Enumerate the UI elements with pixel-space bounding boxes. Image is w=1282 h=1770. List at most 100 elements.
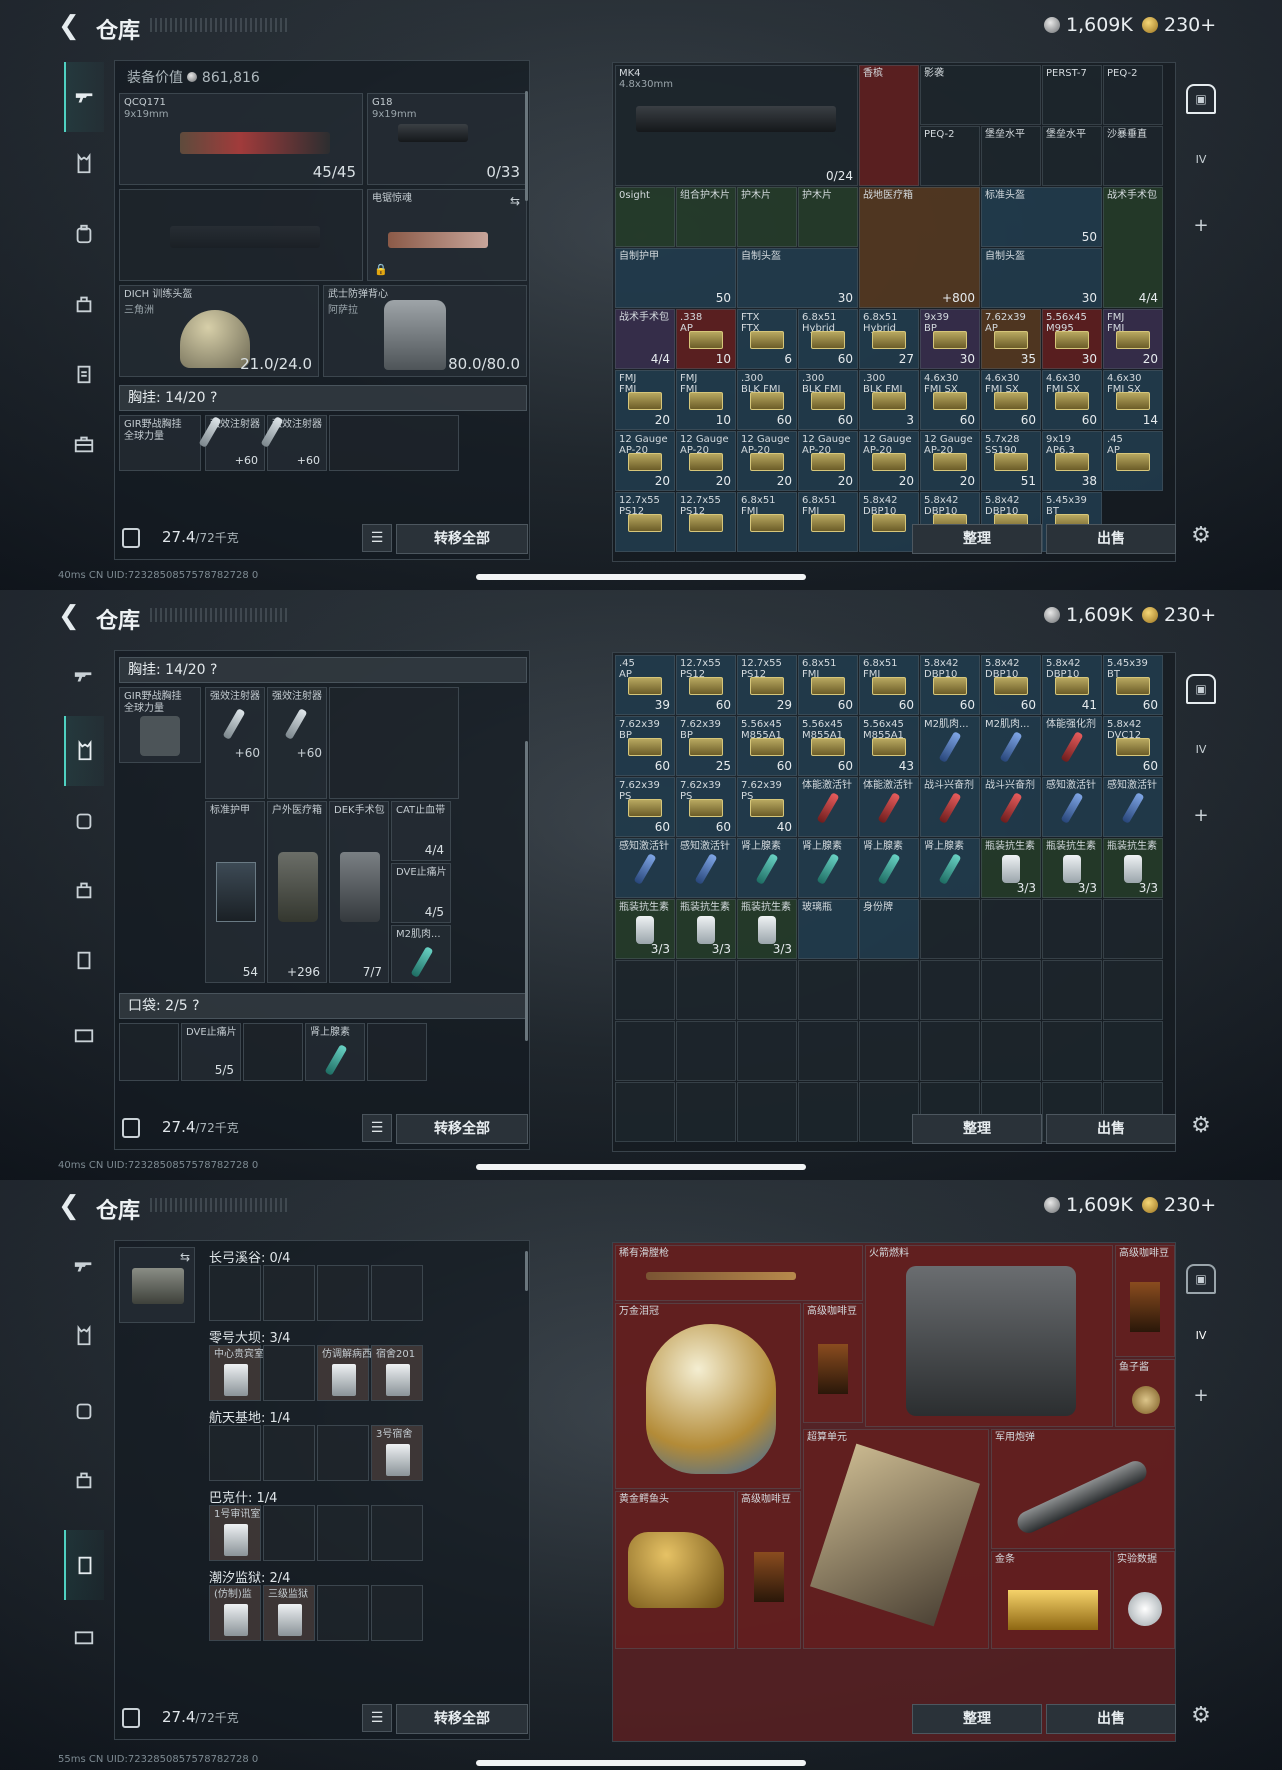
add-page-icon[interactable]: +: [1186, 1380, 1216, 1410]
list-icon[interactable]: ☰: [362, 524, 392, 552]
key-card-slot[interactable]: [263, 1345, 315, 1401]
empty-weapon-slot[interactable]: [119, 189, 363, 281]
stash-item[interactable]: 战斗兴奋剂: [981, 777, 1041, 837]
keycase-slot[interactable]: ⇆: [119, 1247, 195, 1323]
swap-icon[interactable]: ⇆: [180, 1250, 190, 1264]
key-card-slot[interactable]: 中心贵宾室: [209, 1345, 264, 1401]
stash-item[interactable]: 5.7x28 SS190 51: [981, 431, 1041, 491]
empty-rig-slot[interactable]: [329, 415, 459, 471]
stash-item[interactable]: 6.8x51 Hybrid 27: [859, 309, 919, 369]
stash-item[interactable]: 6.8x51 FMJ: [737, 492, 797, 552]
swap-icon[interactable]: ⇆: [510, 194, 520, 208]
stash-item[interactable]: 0sight: [615, 187, 675, 247]
settings-gear-icon[interactable]: ⚙: [1186, 1700, 1216, 1730]
collectible-gold-bar[interactable]: 金条: [991, 1551, 1111, 1649]
key-card-slot[interactable]: 三级监狱: [263, 1585, 315, 1641]
key-card-slot[interactable]: [317, 1425, 369, 1481]
stash-item[interactable]: FMJ FMJ 10: [676, 370, 736, 430]
stash-item[interactable]: .45 AP 39: [615, 655, 675, 715]
empty-rig-slot[interactable]: [329, 687, 459, 799]
empty-stash-cell[interactable]: [737, 960, 797, 1020]
empty-stash-cell[interactable]: [920, 960, 980, 1020]
stash-item[interactable]: 战术手术包 4/4: [1103, 187, 1163, 308]
stash-item[interactable]: PERST-7: [1042, 65, 1102, 125]
stash-item[interactable]: 玻璃瓶: [798, 899, 858, 959]
stash-item[interactable]: 体能激活针: [859, 777, 919, 837]
stash-page-icon[interactable]: IV: [1186, 1320, 1216, 1350]
stash-item[interactable]: 瓶装抗生素 3/3: [1042, 838, 1102, 898]
stash-item[interactable]: 自制头盔 30: [737, 248, 858, 308]
empty-stash-cell[interactable]: [1042, 1021, 1102, 1081]
back-icon[interactable]: ❮: [58, 1193, 80, 1219]
empty-stash-cell[interactable]: [1042, 960, 1102, 1020]
add-page-icon[interactable]: +: [1186, 210, 1216, 240]
stash-item[interactable]: 影袭: [920, 65, 1041, 125]
tourniquet-slot[interactable]: CAT止血带 4/4: [391, 801, 451, 861]
empty-stash-cell[interactable]: [981, 1021, 1041, 1081]
stash-item[interactable]: 组合护木片: [676, 187, 736, 247]
scrollbar[interactable]: [525, 741, 528, 1041]
collectible-shell[interactable]: 军用炮弹: [991, 1429, 1175, 1549]
stash-item[interactable]: 感知激活针: [615, 838, 675, 898]
home-indicator[interactable]: [476, 1760, 806, 1766]
settings-gear-icon[interactable]: ⚙: [1186, 520, 1216, 550]
stash-item[interactable]: 9x19 AP6.3 38: [1042, 431, 1102, 491]
empty-stash-cell[interactable]: [676, 960, 736, 1020]
collectible-egg[interactable]: 万金泪冠: [615, 1303, 801, 1489]
stash-item[interactable]: 5.8x42 DBP10 60: [981, 655, 1041, 715]
empty-stash-cell[interactable]: [981, 960, 1041, 1020]
rig-header[interactable]: 胸挂: 14/20 ?: [119, 385, 527, 411]
key-card-slot[interactable]: [371, 1265, 423, 1321]
injector-slot[interactable]: 强效注射器 +60: [260, 415, 327, 471]
empty-pocket-slot[interactable]: [243, 1023, 303, 1081]
empty-stash-cell[interactable]: [798, 1082, 858, 1142]
key-card-slot[interactable]: [317, 1505, 369, 1561]
helmet-slot[interactable]: DICH 训练头盔 三角洲 21.0/24.0: [119, 285, 319, 377]
pocket-slot[interactable]: DVE止痛片 5/5: [181, 1023, 241, 1081]
sort-button[interactable]: 整理: [912, 1704, 1042, 1734]
list-icon[interactable]: ☰: [362, 1704, 392, 1732]
stash-item[interactable]: FMJ FMJ 20: [1103, 309, 1163, 369]
key-card-slot[interactable]: 3号宿舍: [371, 1425, 423, 1481]
key-card-slot[interactable]: [263, 1425, 315, 1481]
key-card-slot[interactable]: 宿舍201: [371, 1345, 423, 1401]
empty-stash-cell[interactable]: [615, 1021, 675, 1081]
stash-item[interactable]: 堡垒水平: [981, 126, 1041, 186]
stash-item[interactable]: 6.8x51 FMJ: [798, 492, 858, 552]
lock-icon[interactable]: [122, 1118, 140, 1138]
stash-item[interactable]: 6.8x51 Hybrid 60: [798, 309, 858, 369]
empty-stash-cell[interactable]: [676, 1021, 736, 1081]
stash-item[interactable]: 12.7x55 PS12 60: [676, 655, 736, 715]
stash-item[interactable]: 9x39 BP 30: [920, 309, 980, 369]
collectible-coffee[interactable]: 高级咖啡豆: [803, 1303, 863, 1423]
list-icon[interactable]: ☰: [362, 1114, 392, 1142]
empty-stash-cell[interactable]: [920, 1021, 980, 1081]
empty-stash-cell[interactable]: [1103, 899, 1163, 959]
stash-item[interactable]: 12 Gauge AP-20 20: [737, 431, 797, 491]
medkit-slot[interactable]: 户外医疗箱 +296: [267, 801, 327, 983]
stash-item[interactable]: 12 Gauge AP-20 20: [676, 431, 736, 491]
stash-item[interactable]: 肾上腺素: [737, 838, 797, 898]
nav-safebox[interactable]: [64, 1014, 104, 1054]
stash-item[interactable]: 12 Gauge AP-20 20: [920, 431, 980, 491]
stash-item[interactable]: 12.7x55 PS12 29: [737, 655, 797, 715]
empty-pocket-slot[interactable]: [367, 1023, 427, 1081]
stash-item[interactable]: 12 Gauge AP-20 20: [615, 431, 675, 491]
key-card-slot[interactable]: [263, 1265, 315, 1321]
key-card-slot[interactable]: [371, 1585, 423, 1641]
sell-button[interactable]: 出售: [1046, 1704, 1176, 1734]
empty-stash-cell[interactable]: [859, 960, 919, 1020]
scrollbar[interactable]: [525, 1251, 528, 1291]
stash-item[interactable]: 自制护甲 50: [615, 248, 736, 308]
stash-item[interactable]: 护木片: [798, 187, 858, 247]
empty-stash-cell[interactable]: [859, 1082, 919, 1142]
surgery-kit-slot[interactable]: DEK手术包 7/7: [329, 801, 389, 983]
empty-stash-cell[interactable]: [615, 1082, 675, 1142]
secondary-weapon-slot[interactable]: G18 9x19mm 0/33: [367, 93, 527, 185]
collectible-musket[interactable]: 稀有滑膛枪: [615, 1245, 863, 1301]
key-card-slot[interactable]: 仿调解病西: [317, 1345, 372, 1401]
stash-item[interactable]: 肾上腺素: [920, 838, 980, 898]
scrollbar[interactable]: [525, 91, 528, 201]
stash-item[interactable]: 7.62x39 PS 60: [676, 777, 736, 837]
muscle-stim-slot[interactable]: M2肌肉...: [391, 925, 451, 983]
